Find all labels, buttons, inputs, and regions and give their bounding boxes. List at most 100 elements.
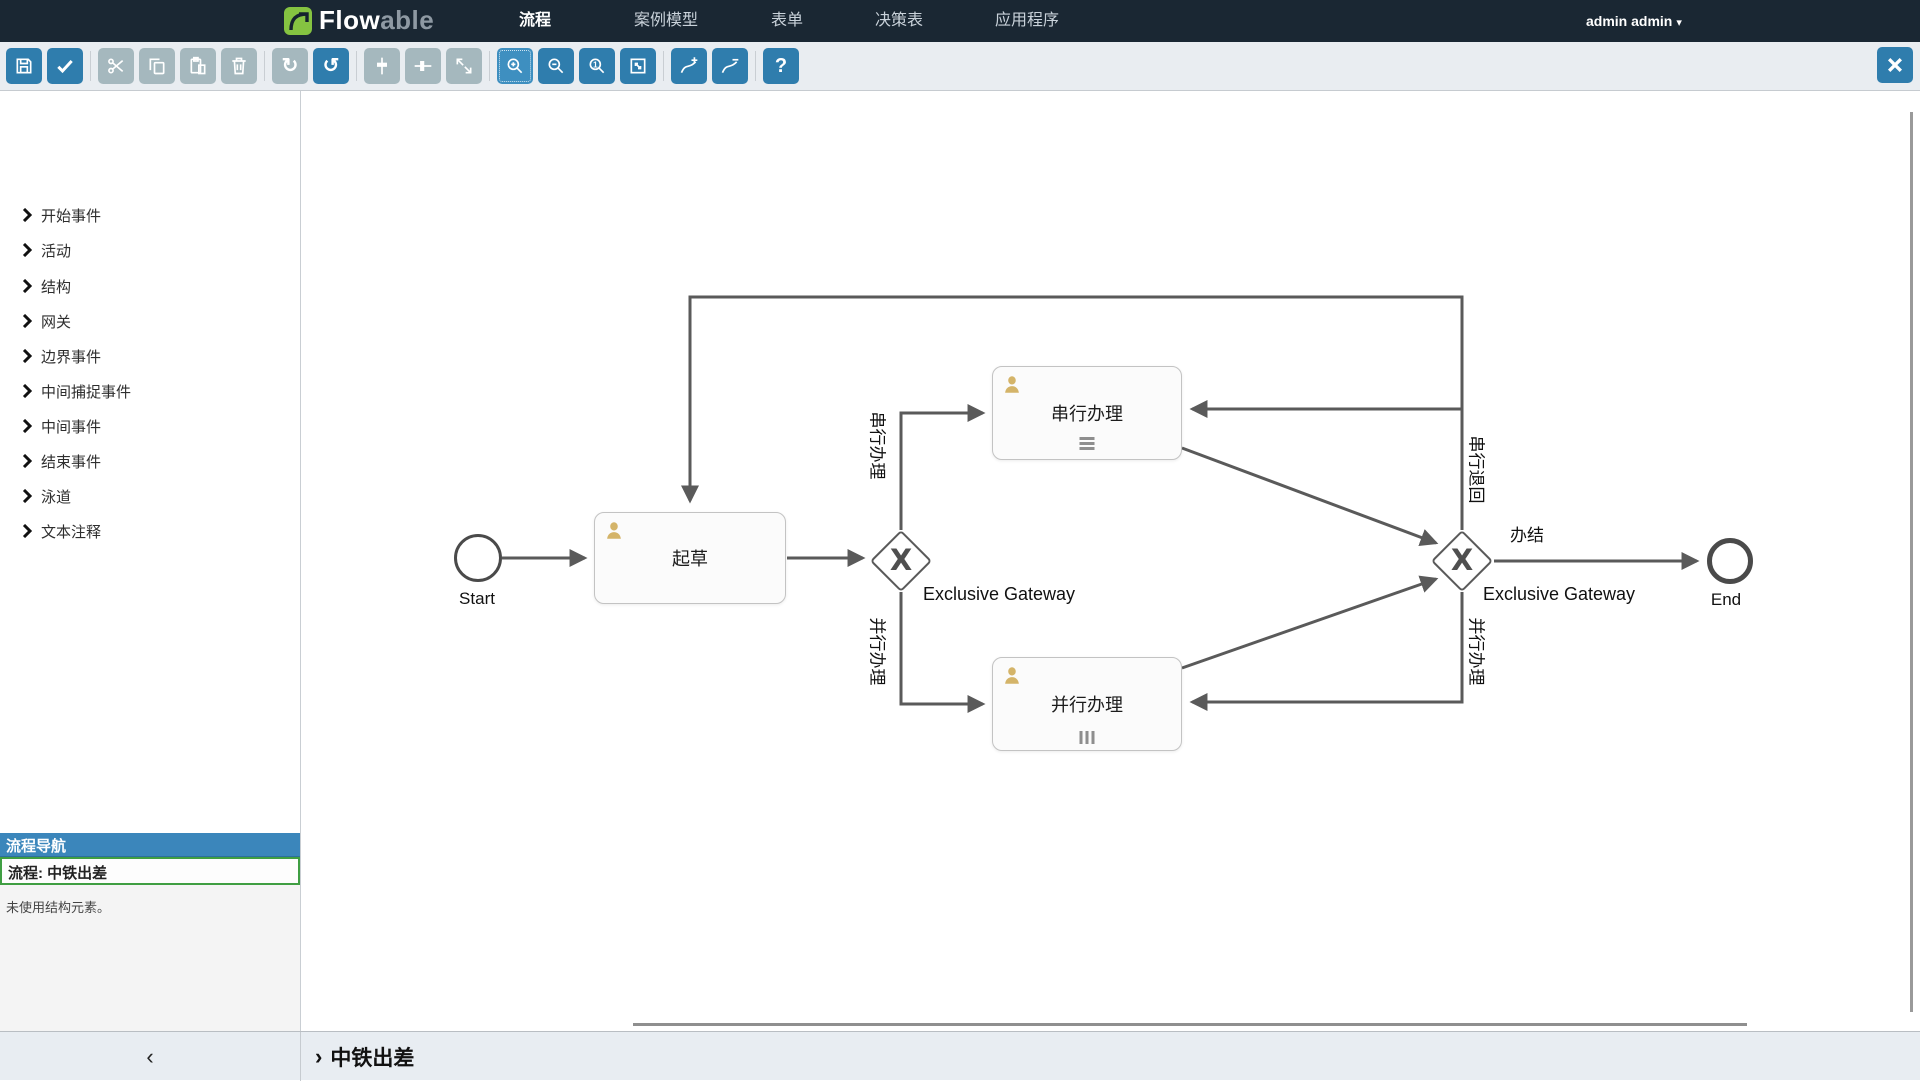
- delete-button[interactable]: [221, 48, 257, 84]
- close-icon: [1885, 55, 1905, 75]
- cut-button[interactable]: [98, 48, 134, 84]
- chevron-right-icon: [22, 419, 32, 433]
- zoom-actual-button[interactable]: 1: [579, 48, 615, 84]
- save-button[interactable]: [6, 48, 42, 84]
- chevron-down-icon: ▾: [1676, 17, 1682, 29]
- align-horizontal-button[interactable]: [405, 48, 441, 84]
- copy-icon: [147, 56, 167, 76]
- redo-icon: ↻: [282, 56, 299, 76]
- task-label: 串行办理: [1051, 400, 1123, 426]
- user-name: admin admin: [1586, 13, 1672, 29]
- toolbar-separator: [90, 51, 91, 81]
- chevron-right-icon: [22, 454, 32, 468]
- scissors-icon: [106, 56, 126, 76]
- palette-group-label: 文本注释: [41, 521, 101, 542]
- vertical-scrollbar[interactable]: [1910, 112, 1913, 1012]
- user-icon: [1001, 373, 1023, 395]
- tab-forms[interactable]: 表单: [771, 0, 803, 42]
- flow-gateway1-to-serial[interactable]: [901, 413, 983, 530]
- gateway1-label: Exclusive Gateway: [923, 584, 1075, 605]
- flow-serial-return[interactable]: [1192, 409, 1462, 530]
- zoom-in-button[interactable]: [497, 48, 533, 84]
- user-task-draft[interactable]: 起草: [594, 512, 786, 604]
- palette-group-label: 结构: [41, 276, 71, 297]
- chevron-right-icon: ›: [315, 1044, 322, 1070]
- bpmn-canvas[interactable]: Start 起草 X Exclusive Gateway 串行办理 并行办理 X…: [301, 91, 1920, 1031]
- toolbar-separator: [489, 51, 490, 81]
- copy-button[interactable]: [139, 48, 175, 84]
- horizontal-scrollbar[interactable]: [633, 1023, 1747, 1026]
- chevron-right-icon: [22, 208, 32, 222]
- paste-button[interactable]: [180, 48, 216, 84]
- navigator-current-process[interactable]: 流程: 中铁出差: [0, 857, 300, 885]
- palette-group-gateways[interactable]: 网关: [0, 306, 300, 336]
- palette-group-label: 边界事件: [41, 346, 101, 367]
- flowable-logo: Flowable: [283, 5, 434, 36]
- palette-group-label: 结束事件: [41, 451, 101, 472]
- align-vertical-icon: [372, 56, 392, 76]
- palette-group-activities[interactable]: 活动: [0, 235, 300, 265]
- palette-group-text-annotation[interactable]: 文本注释: [0, 516, 300, 546]
- edge-label-serial-return: 串行退回: [1466, 436, 1491, 504]
- logo-text: Flowable: [319, 5, 434, 36]
- editor-toolbar: ↻ ↺ 1: [0, 42, 1920, 91]
- close-editor-button[interactable]: [1877, 47, 1913, 83]
- palette-group-intermediate-catching-events[interactable]: 中间捕捉事件: [0, 376, 300, 406]
- undo-button[interactable]: ↺: [313, 48, 349, 84]
- tab-processes[interactable]: 流程: [519, 0, 551, 42]
- redo-button[interactable]: ↻: [272, 48, 308, 84]
- align-vertical-button[interactable]: [364, 48, 400, 84]
- same-size-button[interactable]: [446, 48, 482, 84]
- tab-apps[interactable]: 应用程序: [995, 0, 1059, 42]
- flow-parallel-to-gateway2[interactable]: [1182, 579, 1436, 668]
- end-event-node[interactable]: [1707, 538, 1753, 584]
- palette-group-start-events[interactable]: 开始事件: [0, 200, 300, 230]
- edge-label-finish: 办结: [1510, 521, 1544, 546]
- palette-group-label: 泳道: [41, 486, 71, 507]
- palette-group-end-events[interactable]: 结束事件: [0, 446, 300, 476]
- chevron-left-icon: ‹: [146, 1044, 153, 1070]
- add-bendpoint-icon: [679, 56, 699, 76]
- help-icon: ?: [775, 56, 787, 76]
- chevron-right-icon: [22, 314, 32, 328]
- add-bendpoint-button[interactable]: [671, 48, 707, 84]
- check-icon: [55, 56, 75, 76]
- flow-parallel-return[interactable]: [1192, 592, 1462, 702]
- save-icon: [14, 56, 34, 76]
- end-event-label: End: [1696, 590, 1756, 610]
- palette-group-label: 中间捕捉事件: [41, 381, 131, 402]
- sequence-flows[interactable]: [301, 91, 1920, 1031]
- flow-gateway1-to-parallel[interactable]: [901, 592, 983, 704]
- task-label: 并行办理: [1051, 691, 1123, 717]
- zoom-fit-button[interactable]: [620, 48, 656, 84]
- toolbar-separator: [264, 51, 265, 81]
- palette-group-label: 开始事件: [41, 205, 101, 226]
- toolbar-separator: [356, 51, 357, 81]
- remove-bendpoint-button[interactable]: [712, 48, 748, 84]
- process-breadcrumb[interactable]: › 中铁出差: [315, 1032, 414, 1081]
- chevron-right-icon: [22, 243, 32, 257]
- user-task-parallel[interactable]: 并行办理: [992, 657, 1182, 751]
- tab-case-models[interactable]: 案例模型: [634, 0, 698, 42]
- tab-decision-tables[interactable]: 决策表: [875, 0, 923, 42]
- zoom-actual-icon: 1: [587, 56, 607, 76]
- validate-button[interactable]: [47, 48, 83, 84]
- collapse-sidebar-button[interactable]: ‹: [0, 1032, 301, 1081]
- flow-serial-to-gateway2[interactable]: [1182, 448, 1436, 543]
- user-menu[interactable]: admin admin ▾: [1586, 0, 1682, 42]
- flowable-logo-icon: [283, 6, 313, 36]
- chevron-right-icon: [22, 279, 32, 293]
- user-task-serial[interactable]: 串行办理: [992, 366, 1182, 460]
- edge-label-parallel-return: 并行办理: [1466, 618, 1491, 686]
- palette-group-intermediate-events[interactable]: 中间事件: [0, 411, 300, 441]
- footer-bar: ‹ › 中铁出差: [0, 1031, 1920, 1080]
- palette-group-label: 中间事件: [41, 416, 101, 437]
- sequential-multi-instance-marker: [1080, 435, 1095, 452]
- zoom-out-button[interactable]: [538, 48, 574, 84]
- palette-group-boundary-events[interactable]: 边界事件: [0, 341, 300, 371]
- palette-group-label: 活动: [41, 240, 71, 261]
- palette-group-structural[interactable]: 结构: [0, 271, 300, 301]
- help-button[interactable]: ?: [763, 48, 799, 84]
- palette-group-swimlanes[interactable]: 泳道: [0, 481, 300, 511]
- start-event-node[interactable]: [454, 534, 502, 582]
